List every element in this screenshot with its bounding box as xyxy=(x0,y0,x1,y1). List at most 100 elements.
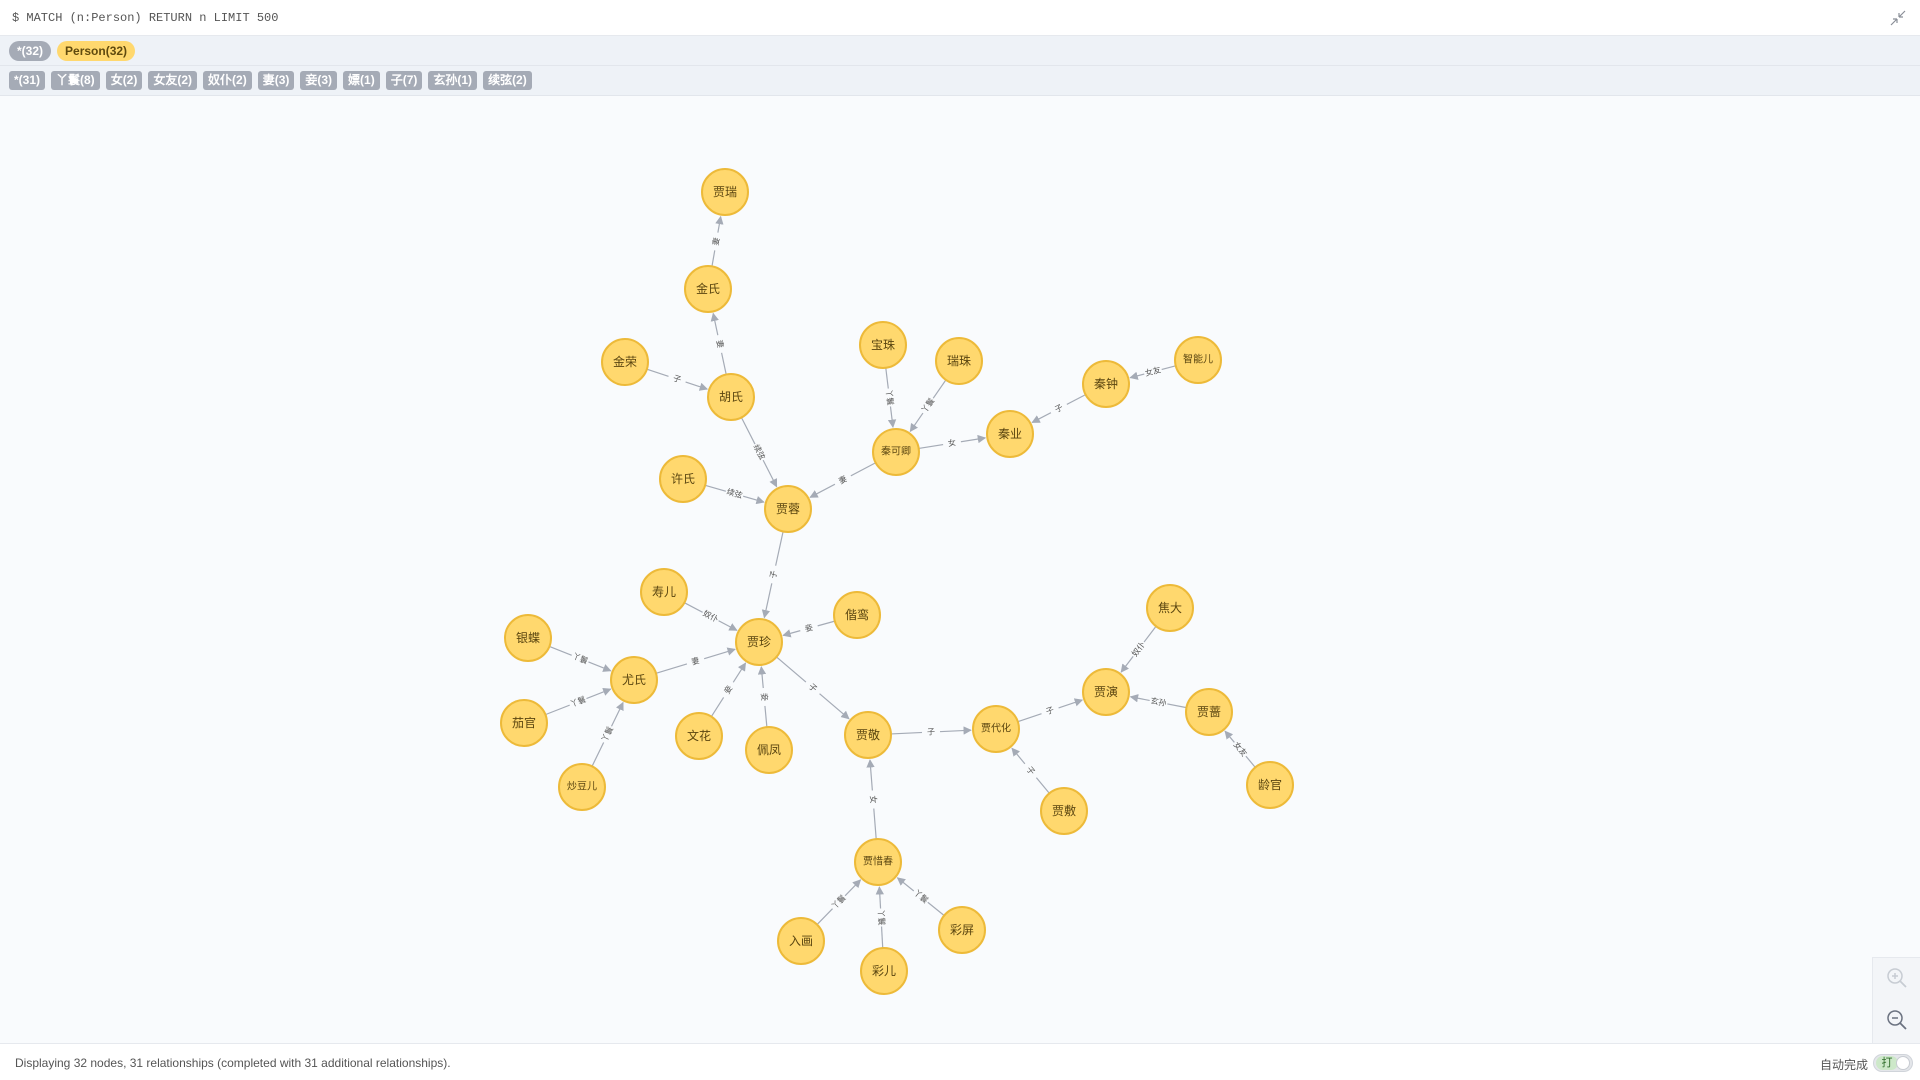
person-node[interactable]: 贾瑞 xyxy=(701,168,749,216)
rel-type-tag[interactable]: 女友(2) xyxy=(148,71,198,90)
relationship-edge[interactable]: 子 xyxy=(1017,698,1084,723)
person-node[interactable]: 彩屏 xyxy=(938,906,986,954)
rel-type-tag[interactable]: 女(2) xyxy=(105,71,143,90)
query-text[interactable]: $ MATCH (n:Person) RETURN n LIMIT 500 xyxy=(12,11,278,25)
relationship-edge[interactable]: 女 xyxy=(866,759,879,840)
relationship-edge[interactable]: 续弦 xyxy=(704,484,765,505)
relationship-label: 丫鬟 xyxy=(884,389,896,406)
relationship-edge[interactable]: 续弦 xyxy=(740,417,778,488)
person-node[interactable]: 尤氏 xyxy=(610,656,658,704)
relationship-edge[interactable]: 玄孙 xyxy=(1129,694,1187,709)
relationship-edge[interactable]: 子 xyxy=(1011,747,1050,794)
graph-canvas[interactable]: 妻妻子续弦续弦丫鬟 丫鬟妻女子女友子奴仆妾妻妾妾子丫鬟丫鬟丫鬟 子子子奴仆玄孙女友女… xyxy=(0,97,1920,1043)
rel-type-tag[interactable]: 续弦(2) xyxy=(483,71,532,90)
person-node[interactable]: 入画 xyxy=(777,917,825,965)
relationship-label: 女 xyxy=(868,795,879,804)
relationship-edge[interactable]: 子 xyxy=(890,726,972,738)
relationship-edge[interactable]: 妻 xyxy=(709,215,724,267)
rel-type-tag[interactable]: *(31) xyxy=(9,71,46,90)
autocomplete-toggle[interactable]: 打 xyxy=(1873,1054,1913,1072)
person-node[interactable]: 贾敬 xyxy=(844,711,892,759)
node-caption: 贾演 xyxy=(1094,684,1118,699)
person-node[interactable]: 偕鸾 xyxy=(833,591,881,639)
zoom-out-icon[interactable] xyxy=(1885,1008,1909,1032)
relationship-edge[interactable]: 女友 xyxy=(1224,730,1256,768)
rel-type-tag[interactable]: 玄孙(1) xyxy=(428,71,478,90)
zoom-in-icon[interactable] xyxy=(1885,966,1909,990)
person-node[interactable]: 贾蔷 xyxy=(1185,688,1233,736)
relationship-edge[interactable]: 丫鬟 xyxy=(883,367,897,429)
person-node[interactable]: 瑞珠 xyxy=(935,337,983,385)
node-caption: 金荣 xyxy=(613,354,637,369)
person-node[interactable]: 贾珍 xyxy=(735,618,783,666)
relationship-edge[interactable]: 丫鬟 xyxy=(591,701,624,767)
label-person-pill[interactable]: Person(32) xyxy=(57,40,136,61)
person-node[interactable]: 茄官 xyxy=(500,699,548,747)
person-node[interactable]: 贾蓉 xyxy=(764,485,812,533)
collapse-icon[interactable] xyxy=(1886,6,1910,30)
person-node[interactable]: 佩凤 xyxy=(745,726,793,774)
relationship-label: 丫鬟 xyxy=(571,651,590,666)
person-node[interactable]: 贾演 xyxy=(1082,668,1130,716)
person-node[interactable]: 贾敷 xyxy=(1040,787,1088,835)
relationship-edge[interactable]: 子 xyxy=(1031,394,1086,423)
person-node[interactable]: 胡氏 xyxy=(707,373,755,421)
relationship-edge[interactable]: 女友 xyxy=(1129,364,1176,380)
rel-type-tag[interactable]: 奴仆(2) xyxy=(203,71,252,90)
person-node[interactable]: 贾惜春 xyxy=(854,838,902,886)
label-all-pill[interactable]: *(32) xyxy=(9,40,52,61)
relationship-edge[interactable]: 女 xyxy=(918,434,987,450)
person-node[interactable]: 焦大 xyxy=(1146,584,1194,632)
relationship-edge[interactable]: 丫鬟 xyxy=(545,687,612,716)
relationship-edge[interactable]: 妾 xyxy=(782,620,835,638)
relationship-edge[interactable]: 妻 xyxy=(655,647,736,674)
relationship-edge[interactable]: 丫鬟 xyxy=(875,886,887,949)
relationship-label: 妾 xyxy=(759,693,770,702)
relationship-edge[interactable]: 奴仆 xyxy=(684,602,738,631)
relationship-edge[interactable]: 子 xyxy=(646,368,709,391)
node-caption: 焦大 xyxy=(1158,601,1182,615)
node-caption: 秦钟 xyxy=(1094,376,1118,391)
relationship-edge[interactable]: 丫鬟 xyxy=(896,877,945,916)
relationship-edge[interactable]: 妾 xyxy=(710,662,747,717)
rel-type-tag[interactable]: 子(7) xyxy=(385,71,423,90)
person-node[interactable]: 秦业 xyxy=(986,410,1034,458)
person-node[interactable]: 金荣 xyxy=(601,338,649,386)
node-labels-bar: *(32) Person(32) xyxy=(0,36,1920,66)
node-caption: 智能儿 xyxy=(1183,353,1213,366)
person-node[interactable]: 秦可卿 xyxy=(872,428,920,476)
person-node[interactable]: 金氏 xyxy=(684,265,732,313)
relationship-edge[interactable]: 妾 xyxy=(757,666,770,728)
person-node[interactable]: 贾代化 xyxy=(972,705,1020,753)
node-caption: 彩屏 xyxy=(950,923,974,937)
relationship-edge[interactable]: 子 xyxy=(761,531,784,619)
relationship-edge[interactable]: 丫鬟 xyxy=(816,879,862,925)
toggle-state-text: 打 xyxy=(1876,1056,1898,1070)
person-node[interactable]: 智能儿 xyxy=(1174,336,1222,384)
relationship-edge[interactable]: 妻 xyxy=(809,462,876,498)
zoom-controls xyxy=(1872,957,1920,1044)
query-bar: $ MATCH (n:Person) RETURN n LIMIT 500 xyxy=(0,0,1920,36)
person-node[interactable]: 许氏 xyxy=(659,455,707,503)
person-node[interactable]: 炒豆儿 xyxy=(558,763,606,811)
relationship-edge[interactable]: 妻 xyxy=(710,312,727,375)
toggle-knob xyxy=(1896,1056,1910,1070)
person-node[interactable]: 彩儿 xyxy=(860,947,908,995)
person-node[interactable]: 宝珠 xyxy=(859,321,907,369)
rel-type-tag[interactable]: 丫鬟(8) xyxy=(51,71,100,90)
person-node[interactable]: 银蝶 xyxy=(504,614,552,662)
relationship-edge[interactable]: 奴仆 xyxy=(1120,625,1157,673)
person-node[interactable]: 文花 xyxy=(675,712,723,760)
relationship-edge[interactable]: 丫鬟 xyxy=(549,645,612,672)
person-node[interactable]: 龄官 xyxy=(1246,761,1294,809)
node-caption: 贾惜春 xyxy=(863,855,893,868)
rel-type-tag[interactable]: 妻(3) xyxy=(257,71,295,90)
relationship-edge[interactable]: 子 xyxy=(776,656,850,720)
person-node[interactable]: 秦钟 xyxy=(1082,360,1130,408)
person-node[interactable]: 寿儿 xyxy=(640,568,688,616)
relationship-edge[interactable]: 丫鬟 xyxy=(909,379,947,433)
rel-type-tag[interactable]: 妾(3) xyxy=(300,71,338,90)
node-caption: 炒豆儿 xyxy=(567,781,597,793)
rel-type-tag[interactable]: 嫖(1) xyxy=(343,71,380,90)
relationship-label: 女 xyxy=(947,437,956,448)
